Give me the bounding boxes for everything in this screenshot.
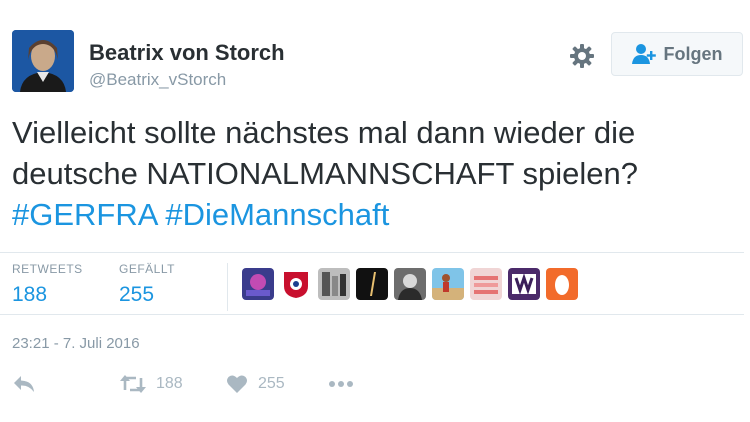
display-name[interactable]: Beatrix von Storch (89, 40, 285, 66)
like-count: 255 (258, 375, 285, 392)
likes-label: GEFÄLLT (119, 262, 175, 276)
retweet-icon (120, 375, 146, 393)
tweet-text-line: Vielleicht sollte nächstes mal dann wied… (12, 115, 636, 150)
heart-icon (227, 375, 247, 393)
follow-button-label: Folgen (663, 43, 723, 64)
divider (0, 314, 744, 315)
more-button[interactable] (328, 374, 354, 394)
tweet-timestamp[interactable]: 23:21 - 7. Juli 2016 (12, 335, 140, 352)
like-button[interactable]: 255 (226, 374, 285, 394)
retweets-label: RETWEETS (12, 262, 83, 276)
reply-icon (14, 376, 34, 392)
liker-avatar[interactable] (394, 268, 426, 300)
liker-avatar[interactable] (280, 268, 312, 300)
liker-avatars (242, 268, 578, 300)
liker-avatar[interactable] (508, 268, 540, 300)
retweets-stat[interactable]: RETWEETS 188 (12, 262, 83, 307)
liker-avatar[interactable] (546, 268, 578, 300)
gear-icon[interactable] (568, 42, 596, 70)
tweet-text: Vielleicht sollte nächstes mal dann wied… (12, 112, 742, 235)
liker-avatar[interactable] (356, 268, 388, 300)
reply-button[interactable] (12, 374, 36, 394)
liker-avatar[interactable] (242, 268, 274, 300)
liker-avatar[interactable] (470, 268, 502, 300)
more-icon (329, 381, 353, 387)
tweet-hashtags: #GERFRA #DieMannschaft (12, 194, 742, 235)
hashtag-link[interactable]: #GERFRA (12, 197, 157, 232)
hashtag-link[interactable]: #DieMannschaft (165, 197, 389, 232)
avatar[interactable] (12, 30, 74, 92)
tweet-text-line: deutsche NATIONALMANNSCHAFT spielen? (12, 156, 638, 191)
follow-person-icon (631, 44, 656, 64)
likes-count: 255 (119, 283, 155, 306)
username[interactable]: @Beatrix_vStorch (89, 70, 226, 90)
divider (0, 252, 744, 253)
follow-button[interactable]: Folgen (611, 32, 743, 76)
retweet-button[interactable]: 188 (120, 374, 183, 394)
stat-divider (227, 263, 228, 311)
retweet-count: 188 (156, 375, 183, 392)
liker-avatar[interactable] (432, 268, 464, 300)
liker-avatar[interactable] (318, 268, 350, 300)
likes-stat[interactable]: GEFÄLLT 255 (119, 262, 175, 307)
retweets-count: 188 (12, 283, 48, 306)
